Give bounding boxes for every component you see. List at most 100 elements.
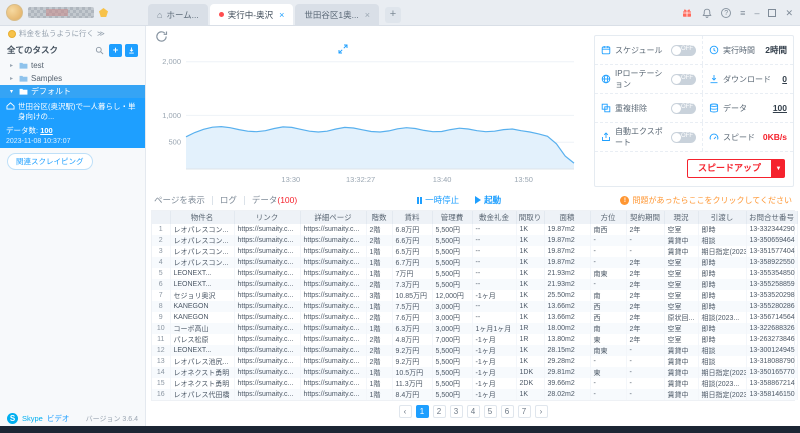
cell-detail-page[interactable]: https://sumaity.c...	[300, 356, 367, 367]
page-button-5[interactable]: 5	[483, 405, 497, 418]
tab-home[interactable]: ⌂ ホーム...	[148, 4, 208, 25]
video-link[interactable]: ビデオ	[47, 413, 70, 424]
cell-link[interactable]: https://sumaity.c...	[234, 345, 301, 356]
cell-detail-page[interactable]: https://sumaity.c...	[300, 268, 367, 279]
auto-export-toggle[interactable]: OFF	[671, 131, 696, 143]
tree-item-test[interactable]: ▸ test	[0, 59, 145, 72]
page-button-6[interactable]: 6	[500, 405, 514, 418]
table-row[interactable]: 16 レオパレス代田橋 https://sumaity.c... https://su…	[152, 389, 798, 400]
close-tab-icon[interactable]: ×	[279, 10, 284, 20]
cell-detail-page[interactable]: https://sumaity.c...	[300, 367, 367, 378]
maximize-icon[interactable]	[768, 9, 777, 17]
schedule-toggle[interactable]: OFF	[671, 44, 696, 56]
bell-icon[interactable]	[701, 8, 712, 19]
table-row[interactable]: 8 KANEGON https://sumaity.c... https://suma…	[152, 301, 798, 312]
page-button-7[interactable]: 7	[517, 405, 531, 418]
task-card[interactable]: 世田谷区(奥沢駅)で一人暮らし・単身向けの... データ数: 100 2023-…	[0, 98, 145, 148]
cell-link[interactable]: https://sumaity.c...	[234, 290, 301, 301]
tree-item-samples[interactable]: ▸ Samples	[0, 72, 145, 85]
cell-detail-page[interactable]: https://sumaity.c...	[300, 279, 367, 290]
minimize-icon[interactable]: –	[754, 8, 759, 18]
skype-link[interactable]: Skype	[22, 414, 43, 423]
table-row[interactable]: 12 LEONEXT... https://sumaity.c... https://…	[152, 345, 798, 356]
table-row[interactable]: 14 レオネクスト勇明 https://sumaity.c... https://su…	[152, 367, 798, 378]
cell-link[interactable]: https://sumaity.c...	[234, 301, 301, 312]
chevron-expanded-icon[interactable]: ▾	[10, 88, 16, 95]
task-data-count[interactable]: 100	[40, 126, 53, 135]
table-row[interactable]: 13 レオパレス池尻... https://sumaity.c... https://…	[152, 356, 798, 367]
download-value[interactable]: 0	[782, 74, 787, 84]
ip-rotation-toggle[interactable]: OFF	[671, 73, 696, 85]
page-next-button[interactable]: ›	[534, 405, 548, 418]
table-row[interactable]: 6 LEONEXT... https://sumaity.c... https://s…	[152, 279, 798, 290]
gift-icon[interactable]	[681, 8, 692, 19]
tab-running-task[interactable]: 実行中-奥沢 ×	[209, 4, 294, 25]
cell-detail-page[interactable]: https://sumaity.c...	[300, 312, 367, 323]
cell-detail-page[interactable]: https://sumaity.c...	[300, 257, 367, 268]
import-task-button[interactable]	[125, 43, 138, 57]
cell-link[interactable]: https://sumaity.c...	[234, 224, 301, 235]
data-tab-link[interactable]: データ(100)	[252, 194, 297, 206]
table-row[interactable]: 4 レオパレスコン... https://sumaity.c... https://s…	[152, 257, 798, 268]
skype-icon[interactable]: S	[7, 413, 18, 424]
cell-detail-page[interactable]: https://sumaity.c...	[300, 290, 367, 301]
cell-detail-page[interactable]: https://sumaity.c...	[300, 224, 367, 235]
cell-link[interactable]: https://sumaity.c...	[234, 312, 301, 323]
start-button[interactable]: 起動	[475, 194, 501, 206]
chevron-collapsed-icon[interactable]: ▸	[10, 75, 16, 82]
cell-link[interactable]: https://sumaity.c...	[234, 334, 301, 345]
cell-detail-page[interactable]: https://sumaity.c...	[300, 235, 367, 246]
page-button-4[interactable]: 4	[466, 405, 480, 418]
issue-help-link[interactable]: ! 問題があったらここをクリックしてください	[620, 195, 792, 206]
new-task-button[interactable]: +	[109, 43, 122, 57]
cell-link[interactable]: https://sumaity.c...	[234, 268, 301, 279]
search-tasks-button[interactable]	[93, 44, 106, 57]
cell-link[interactable]: https://sumaity.c...	[234, 279, 301, 290]
cell-link[interactable]: https://sumaity.c...	[234, 356, 301, 367]
cell-detail-page[interactable]: https://sumaity.c...	[300, 323, 367, 334]
show-page-link[interactable]: ページを表示	[154, 194, 205, 206]
dedup-toggle[interactable]: OFF	[671, 102, 696, 114]
user-avatar[interactable]	[6, 4, 23, 21]
tab-task-2[interactable]: 世田谷区1奥... ×	[295, 4, 379, 25]
cell-detail-page[interactable]: https://sumaity.c...	[300, 378, 367, 389]
page-button-1[interactable]: 1	[415, 405, 429, 418]
cell-detail-page[interactable]: https://sumaity.c...	[300, 246, 367, 257]
page-button-3[interactable]: 3	[449, 405, 463, 418]
close-icon[interactable]: ✕	[785, 8, 793, 19]
cell-detail-page[interactable]: https://sumaity.c...	[300, 345, 367, 356]
cell-link[interactable]: https://sumaity.c...	[234, 246, 301, 257]
speed-up-caret-icon[interactable]: ▼	[772, 159, 785, 178]
cell-link[interactable]: https://sumaity.c...	[234, 378, 301, 389]
table-row[interactable]: 9 KANEGON https://sumaity.c... https://suma…	[152, 312, 798, 323]
table-row[interactable]: 2 レオパレスコン... https://sumaity.c... https://s…	[152, 235, 798, 246]
page-prev-button[interactable]: ‹	[398, 405, 412, 418]
chevron-collapsed-icon[interactable]: ▸	[10, 62, 16, 69]
pause-button[interactable]: 一時停止	[416, 194, 459, 206]
cell-detail-page[interactable]: https://sumaity.c...	[300, 389, 367, 400]
table-row[interactable]: 1 レオパレスコン... https://sumaity.c... https://s…	[152, 224, 798, 235]
data-value[interactable]: 100	[773, 103, 787, 113]
help-icon[interactable]: ?	[721, 8, 732, 18]
menu-icon[interactable]: ≡	[740, 8, 745, 18]
cell-link[interactable]: https://sumaity.c...	[234, 367, 301, 378]
table-row[interactable]: 11 パレス松原 https://sumaity.c... https://sumai…	[152, 334, 798, 345]
log-link[interactable]: ログ	[220, 194, 237, 206]
cell-detail-page[interactable]: https://sumaity.c...	[300, 301, 367, 312]
cell-link[interactable]: https://sumaity.c...	[234, 235, 301, 246]
table-row[interactable]: 10 コーポ高山 https://sumaity.c... https://sumai…	[152, 323, 798, 334]
table-row[interactable]: 3 レオパレスコン... https://sumaity.c... https://s…	[152, 246, 798, 257]
tree-item-default[interactable]: ▾ デフォルト	[0, 85, 145, 98]
page-button-2[interactable]: 2	[432, 405, 446, 418]
cell-link[interactable]: https://sumaity.c...	[234, 257, 301, 268]
upgrade-link[interactable]: 料金を払うように行く ≫	[0, 26, 145, 41]
close-tab-icon[interactable]: ×	[365, 10, 370, 20]
table-row[interactable]: 5 LEONEXT... https://sumaity.c... https://s…	[152, 268, 798, 279]
speed-up-button[interactable]: スピードアップ	[686, 159, 772, 178]
expand-chart-icon[interactable]	[338, 44, 348, 54]
new-tab-button[interactable]: +	[384, 7, 401, 23]
table-row[interactable]: 15 レオネクスト勇明 https://sumaity.c... https://su…	[152, 378, 798, 389]
cell-link[interactable]: https://sumaity.c...	[234, 323, 301, 334]
related-scraping-badge[interactable]: 関連スクレイピング	[7, 152, 93, 170]
table-row[interactable]: 7 セジョリ奥沢 https://sumaity.c... https://sumai…	[152, 290, 798, 301]
